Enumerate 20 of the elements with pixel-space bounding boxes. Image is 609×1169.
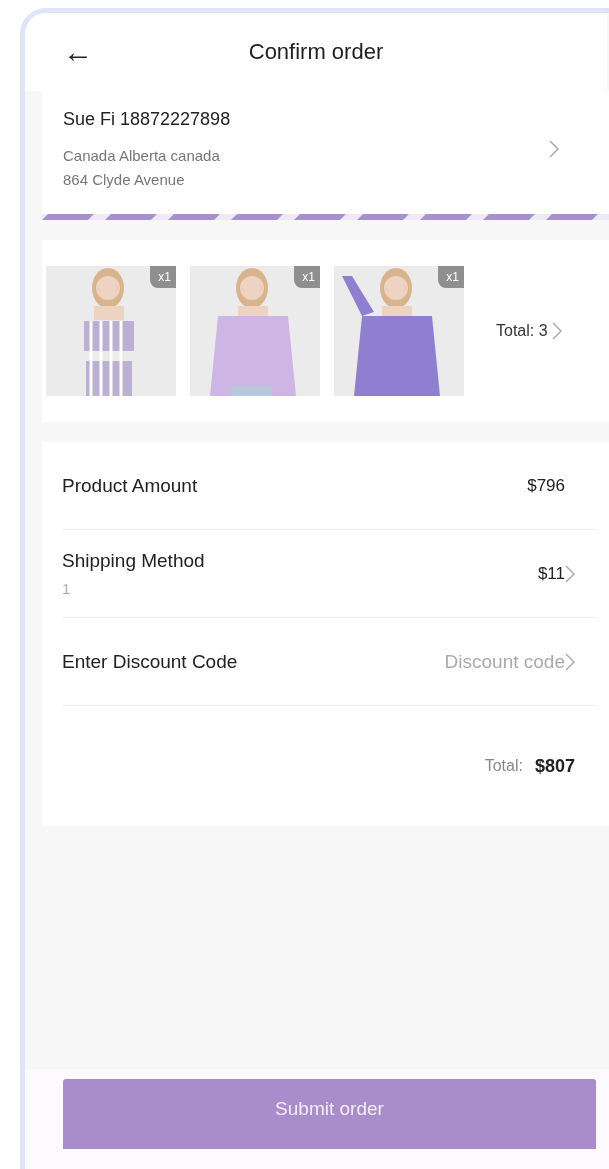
row-value: $11 xyxy=(537,563,565,584)
row-subtext: 1 xyxy=(62,580,72,597)
total-label: Total: xyxy=(484,757,523,775)
address-line: Canada Alberta canada xyxy=(63,146,221,166)
row-label: Product Amount xyxy=(62,474,199,497)
chevron-icon xyxy=(549,139,559,158)
total-items-link[interactable]: Total: 3 xyxy=(496,322,562,340)
chevron-icon xyxy=(551,322,562,340)
back-button[interactable]: ← xyxy=(63,37,93,67)
total-value: $807 xyxy=(534,755,575,777)
page-title: Confirm order xyxy=(248,39,384,65)
quantity-badge: x1 xyxy=(294,266,320,288)
row-label: Enter Discount Code xyxy=(62,650,239,673)
row-value: $796 xyxy=(527,475,565,496)
recipient-name-phone: Sue Fi 18872227898 xyxy=(63,109,232,130)
row-label: Shipping Method xyxy=(62,550,206,572)
address-line: 864 Clyde Avenue xyxy=(63,170,186,190)
address-card[interactable]: Sue Fi 18872227898 Canada Alberta canada 864 Clyde Avenue xyxy=(42,91,609,220)
quantity-badge: x1 xyxy=(150,266,176,288)
quantity-badge: x1 xyxy=(438,266,464,288)
